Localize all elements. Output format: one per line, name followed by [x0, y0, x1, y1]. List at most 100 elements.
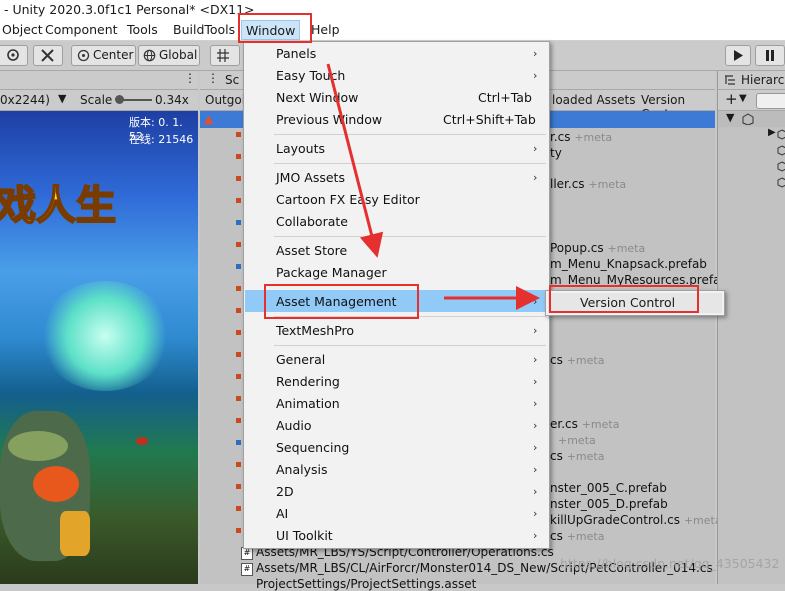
annotation-box-version-control [549, 285, 699, 313]
list-item: r.cs +meta [550, 130, 613, 144]
menu-item-textmeshpro[interactable]: TextMeshPro [276, 323, 354, 338]
hierarchy-title[interactable]: Hierarch [741, 73, 785, 87]
annotation-box-asset-management [264, 284, 419, 319]
menu-item-general[interactable]: General [276, 352, 325, 367]
character-face [8, 431, 68, 461]
add-icon[interactable]: + [725, 90, 738, 108]
submenu-arrow-icon: › [533, 397, 538, 410]
project-tab-title[interactable]: Sc [225, 73, 239, 87]
scale-slider-thumb[interactable] [115, 95, 124, 104]
wrench-icon [41, 49, 54, 62]
hierarchy-search-input[interactable] [756, 93, 785, 109]
glow-effect [40, 281, 170, 391]
submenu-arrow-icon: › [533, 295, 538, 308]
tab-loaded-assets[interactable]: loaded Assets [552, 93, 636, 107]
grid-snap-icon [217, 49, 229, 62]
menu-item-easy-touch[interactable]: Easy Touch [276, 68, 345, 83]
play-button[interactable] [725, 45, 751, 66]
center-toggle[interactable]: Center [71, 45, 136, 66]
menu-item-rendering[interactable]: Rendering [276, 374, 340, 389]
hierarchy-icon [725, 75, 735, 85]
list-item: +meta [558, 434, 596, 447]
title-bar: - Unity 2020.3.0f1c1 Personal* <DX11> [0, 0, 785, 20]
list-item: nster_005_D.prefab [550, 497, 668, 511]
snap-button[interactable] [210, 45, 240, 66]
watermark-text: https://blog.csdn.net/qq_43505432 [560, 556, 780, 571]
menu-component[interactable]: Component [45, 22, 118, 37]
script-file-icon: # [241, 563, 253, 576]
submenu-arrow-icon: › [533, 375, 538, 388]
hierarchy-objects[interactable]: ▶ [768, 127, 785, 197]
menu-item-collaborate[interactable]: Collaborate [276, 214, 348, 229]
submenu-arrow-icon: › [533, 529, 538, 542]
game-panel-header: ⋮ [0, 71, 198, 90]
list-item: m_Menu_Knapsack.prefab [550, 257, 707, 271]
list-item: cs +meta [550, 529, 605, 543]
pause-icon [766, 50, 774, 61]
panel-options-icon[interactable]: ⋮ [184, 71, 196, 85]
panel-options-icon[interactable]: ⋮ [207, 71, 219, 85]
online-count-text: 在线: 21546 [129, 133, 194, 146]
expand-arrow-icon[interactable]: ▶ [768, 127, 776, 138]
submenu-arrow-icon: › [533, 47, 538, 60]
menu-help[interactable]: Help [311, 22, 340, 37]
menu-item-ui-toolkit[interactable]: UI Toolkit [276, 528, 333, 543]
menu-item-audio[interactable]: Audio [276, 418, 312, 433]
hierarchy-toolbar: + ▼ [718, 90, 785, 111]
menu-item-previous-window[interactable]: Previous Window [276, 112, 382, 127]
list-item: cs +meta [550, 353, 605, 367]
menu-item-panels[interactable]: Panels [276, 46, 316, 61]
tools-button[interactable] [33, 45, 63, 66]
menu-item-next-window[interactable]: Next Window [276, 90, 358, 105]
game-view[interactable]: 版本: 0. 1. 52 在线: 21546 戏人生 [0, 111, 198, 584]
window-title: - Unity 2020.3.0f1c1 Personal* <DX11> [4, 2, 255, 17]
list-item: ty [550, 146, 562, 160]
annotation-box-window [238, 13, 312, 43]
center-pivot-icon [77, 49, 90, 62]
shortcut-next-window: Ctrl+Tab [478, 90, 532, 105]
menu-item-cartoon-fx[interactable]: Cartoon FX Easy Editor [276, 192, 420, 207]
menu-bar: Object Component Tools BuildTools Window… [0, 20, 785, 41]
menu-item-analysis[interactable]: Analysis [276, 462, 328, 477]
play-icon [734, 50, 743, 61]
submenu-arrow-icon: › [533, 419, 538, 432]
submenu-arrow-icon: › [533, 324, 538, 337]
submenu-arrow-icon: › [533, 463, 538, 476]
menu-item-layouts[interactable]: Layouts [276, 141, 325, 156]
resolution-dropdown[interactable]: 0x2244) [0, 93, 50, 107]
scale-value: 0.34x [155, 93, 189, 107]
menu-item-2d[interactable]: 2D [276, 484, 294, 499]
list-item[interactable]: ProjectSettings/ProjectSettings.asset [256, 577, 476, 591]
tab-outgoing[interactable]: Outgoi [205, 93, 245, 107]
list-item: nster_005_C.prefab [550, 481, 667, 495]
menu-divider [274, 236, 546, 237]
menu-item-package-manager[interactable]: Package Manager [276, 265, 387, 280]
menu-item-jmo-assets[interactable]: JMO Assets [276, 170, 345, 185]
center-label: Center [93, 48, 134, 62]
expand-icon[interactable]: ▼ [726, 111, 734, 124]
shortcut-previous-window: Ctrl+Shift+Tab [443, 112, 536, 127]
chevron-down-icon: ▼ [58, 92, 67, 105]
menu-item-animation[interactable]: Animation [276, 396, 340, 411]
chevron-down-icon[interactable]: ▼ [739, 93, 747, 104]
game-panel-toolbar: 0x2244) ▼ Scale 0.34x [0, 90, 198, 111]
menu-object[interactable]: Object [2, 22, 43, 37]
menu-item-ai[interactable]: AI [276, 506, 288, 521]
menu-item-asset-store[interactable]: Asset Store [276, 243, 347, 258]
gameobject-cube-icon [777, 129, 785, 188]
submenu-arrow-icon: › [533, 485, 538, 498]
global-toggle[interactable]: Global [138, 45, 200, 66]
hierarchy-header: Hierarch [718, 71, 785, 90]
list-item: Popup.cs +meta [550, 241, 646, 255]
pause-button[interactable] [755, 45, 785, 66]
menu-divider [274, 163, 546, 164]
menu-tools[interactable]: Tools [127, 22, 158, 37]
submenu-arrow-icon: › [533, 353, 538, 366]
hierarchy-scene-row[interactable]: ▼ [718, 111, 785, 127]
list-item: killUpGradeControl.cs +meta [550, 513, 722, 527]
menu-buildtools[interactable]: BuildTools [173, 22, 235, 37]
pivot-tool-button[interactable] [0, 45, 28, 66]
menu-divider [274, 345, 546, 346]
menu-item-sequencing[interactable]: Sequencing [276, 440, 349, 455]
globe-icon [143, 49, 156, 62]
